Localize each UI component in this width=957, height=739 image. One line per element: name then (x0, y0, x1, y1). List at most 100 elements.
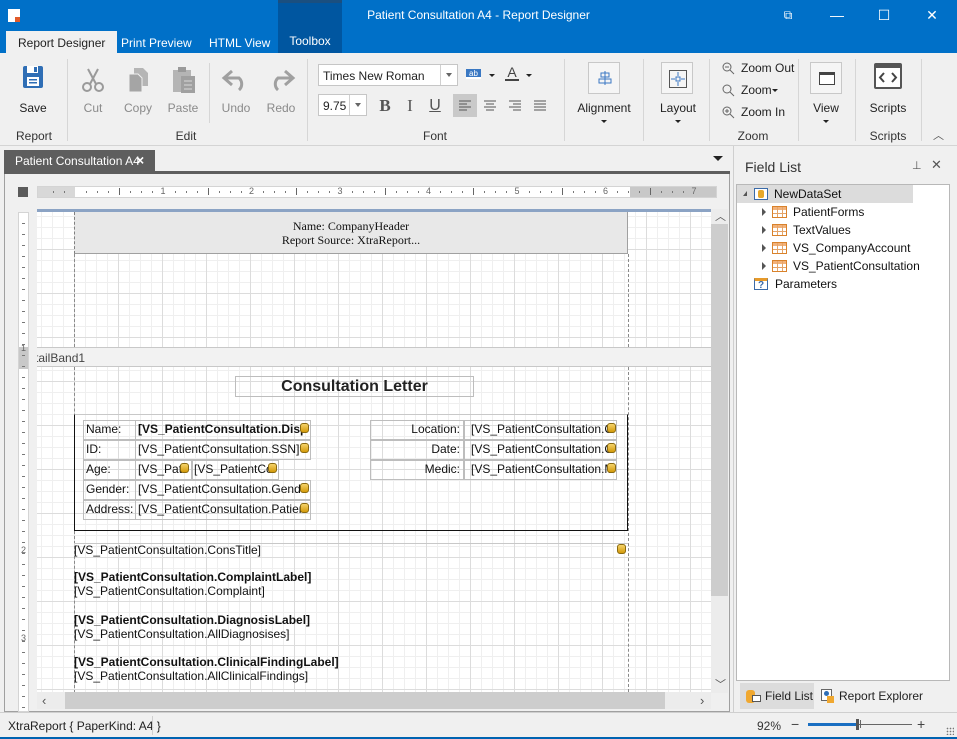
font-size-dropdown-arrow[interactable] (349, 95, 366, 115)
align-center-button[interactable] (478, 94, 502, 117)
complaint-label-field[interactable]: [VS_PatientConsultation.ComplaintLabel] (74, 570, 311, 584)
collapse-ribbon-button[interactable]: ︿ (933, 127, 944, 143)
field-medic[interactable]: [VS_PatientConsultation.M (464, 460, 617, 480)
layout-icon (669, 70, 687, 88)
tree-node-root[interactable]: NewDataSet (737, 185, 913, 203)
align-left-button[interactable] (453, 94, 477, 117)
resize-grip[interactable] (946, 727, 954, 735)
ruler-tick (22, 454, 25, 455)
document-tab[interactable]: Patient Consultation A4 × (4, 150, 155, 172)
pin-icon[interactable]: ⊥ (912, 159, 922, 172)
alignment-button[interactable]: Alignment (574, 59, 634, 123)
label-name[interactable]: Name: (83, 420, 136, 440)
detail-band-header[interactable]: tailBand1 (37, 347, 711, 367)
ruler-tick (52, 191, 54, 193)
expanded-arrow-icon[interactable] (743, 191, 747, 196)
highlight-color-icon[interactable]: ab (466, 69, 481, 79)
vertical-scroll-thumb[interactable] (711, 224, 728, 596)
horizontal-ruler: 1 2 3 4 5 6 7 (37, 186, 717, 198)
report-title-label[interactable]: Consultation Letter (235, 376, 474, 397)
complaint-field[interactable]: [VS_PatientConsultation.Complaint] (74, 584, 265, 598)
document-list-dropdown[interactable] (713, 156, 723, 161)
label-date[interactable]: Date: (370, 440, 464, 460)
field-age-unit[interactable]: [VS_PatientCo (191, 460, 279, 480)
ruler-tick (22, 289, 25, 290)
diagnoses-field[interactable]: [VS_PatientConsultation.AllDiagnosises] (74, 627, 289, 641)
scripts-button[interactable]: Scripts (866, 59, 910, 121)
underline-button[interactable]: U (424, 95, 446, 117)
field-id[interactable]: [VS_PatientConsultation.SSN] (135, 440, 311, 460)
collapsed-arrow-icon[interactable] (762, 262, 766, 270)
ruler-label: 6 (603, 186, 609, 196)
font-family-combo[interactable]: Times New Roman (318, 64, 458, 86)
clinical-findings-field[interactable]: [VS_PatientConsultation.AllClinicalFindi… (74, 669, 308, 683)
ruler-tick (240, 191, 242, 193)
ruler-tick (395, 191, 397, 193)
report-canvas[interactable]: Name: CompanyHeader Report Source: XtraR… (37, 209, 711, 693)
diagnosis-label-field[interactable]: [VS_PatientConsultation.DiagnosisLabel] (74, 613, 310, 627)
scroll-up-arrow[interactable]: ︿ (715, 208, 726, 224)
ruler-tick (484, 191, 486, 193)
ruler-tick (550, 191, 552, 193)
highlight-dropdown-arrow[interactable] (489, 74, 495, 77)
font-color-dropdown-arrow[interactable] (526, 74, 532, 77)
view-button[interactable]: View (806, 59, 846, 123)
label-location[interactable]: Location: (370, 420, 464, 440)
ruler-tick (373, 191, 375, 193)
close-tab-icon[interactable]: × (136, 152, 144, 168)
tab-field-list[interactable]: Field List (740, 683, 814, 709)
tab-print-preview[interactable]: Print Preview (109, 31, 204, 53)
scroll-down-arrow[interactable]: ﹀ (715, 676, 726, 692)
collapsed-arrow-icon[interactable] (762, 244, 766, 252)
font-family-dropdown-arrow[interactable] (440, 65, 457, 85)
collapsed-arrow-icon[interactable] (762, 226, 766, 234)
align-left-icon (459, 100, 471, 111)
align-right-button[interactable] (503, 94, 527, 117)
bold-button[interactable]: B (374, 95, 396, 117)
font-color-icon[interactable]: A (505, 65, 519, 81)
horizontal-scroll-thumb[interactable] (65, 692, 665, 709)
ruler-tick (22, 707, 25, 708)
font-size-combo[interactable]: 9.75 (318, 94, 367, 116)
label-address[interactable]: Address: (83, 500, 136, 520)
field-address[interactable]: [VS_PatientConsultation.Patien (135, 500, 311, 520)
detail-band-label: tailBand1 (37, 351, 86, 365)
ruler-tick (417, 191, 419, 193)
company-header-subreport[interactable]: Name: CompanyHeader Report Source: XtraR… (74, 212, 628, 254)
label-id[interactable]: ID: (83, 440, 136, 460)
label-medic[interactable]: Medic: (370, 460, 464, 480)
window-icon (819, 72, 835, 85)
justify-button[interactable] (528, 94, 552, 117)
clinical-finding-label-field[interactable]: [VS_PatientConsultation.ClinicalFindingL… (74, 655, 339, 669)
field-gender[interactable]: [VS_PatientConsultation.Gend (135, 480, 311, 500)
label-age[interactable]: Age: (83, 460, 136, 480)
restore-to-ribbon-button[interactable]: ⧉ (765, 0, 811, 31)
zoom-label: Zoom (741, 83, 772, 97)
field-location[interactable]: [VS_PatientConsultation.C (464, 420, 617, 440)
field-list-tree[interactable]: NewDataSet PatientForms TextValues VS_Co… (736, 184, 950, 681)
label-gender[interactable]: Gender: (83, 480, 136, 500)
field-date[interactable]: [VS_PatientConsultation.C (464, 440, 617, 460)
tab-report-explorer[interactable]: Report Explorer (816, 683, 946, 709)
tab-toolbox[interactable]: Toolbox (278, 0, 342, 53)
ruler-tick (63, 191, 65, 193)
ruler-tick (22, 410, 25, 411)
tab-html-view[interactable]: HTML View (197, 31, 282, 53)
maximize-button[interactable]: ☐ (861, 0, 907, 31)
scroll-left-arrow[interactable]: ‹ (42, 693, 46, 708)
zoom-minus-button[interactable]: − (791, 716, 799, 732)
status-separator (152, 716, 153, 735)
zoom-plus-button[interactable]: + (917, 716, 925, 732)
cons-title-field[interactable]: [VS_PatientConsultation.ConsTitle] (74, 543, 261, 557)
layout-button[interactable]: Layout (656, 59, 700, 123)
close-button[interactable]: ✕ (909, 0, 955, 31)
collapsed-arrow-icon[interactable] (762, 208, 766, 216)
tab-report-designer[interactable]: Report Designer (6, 31, 118, 53)
minimize-button[interactable]: — (814, 0, 860, 31)
ruler-corner-button[interactable] (18, 187, 28, 197)
close-panel-button[interactable]: ✕ (931, 157, 942, 173)
zoom-slider-thumb[interactable] (856, 719, 859, 730)
italic-button[interactable]: I (399, 95, 421, 117)
field-name[interactable]: [VS_PatientConsultation.Disp (135, 420, 311, 440)
scroll-right-arrow[interactable]: › (700, 693, 704, 708)
